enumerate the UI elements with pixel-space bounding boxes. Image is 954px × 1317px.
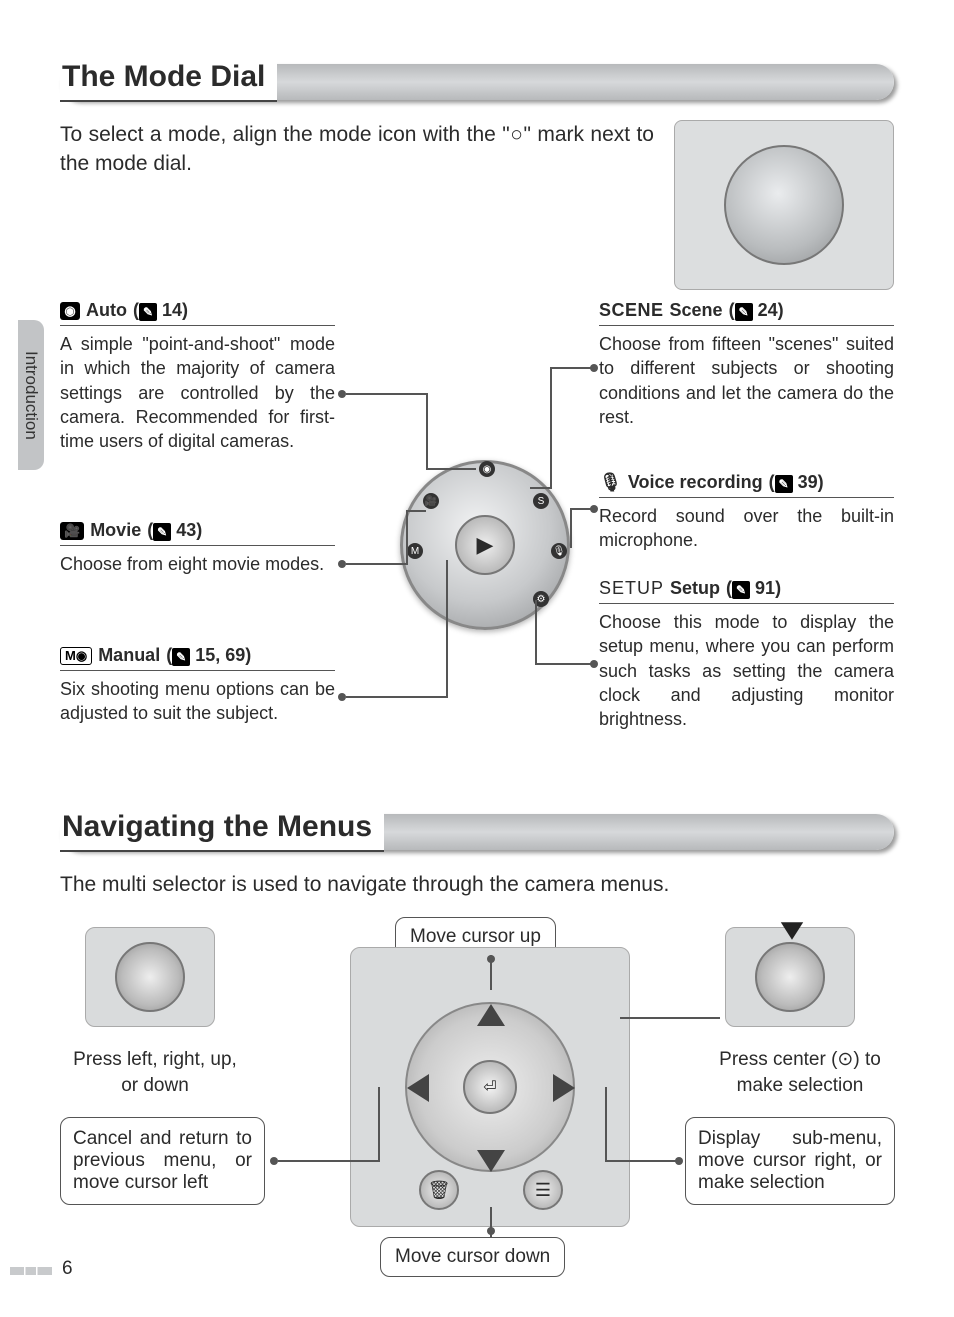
label-press-direction: Press left, right, up, or down	[70, 1047, 240, 1098]
playback-icon: ▶	[455, 515, 515, 575]
movie-icon: 🎥	[60, 522, 84, 540]
dial-movie-icon: 🎥	[423, 493, 439, 509]
mode-auto: ◉ Auto (✎ 14) A simple "point-and-shoot"…	[60, 300, 335, 453]
dial-voice-icon: 🎙	[551, 543, 567, 559]
heading-text: Navigating the Menus	[60, 810, 384, 852]
setup-prefix: SETUP	[599, 578, 664, 599]
page-ref-icon: ✎	[139, 303, 157, 321]
manual-icon: M◉	[60, 647, 92, 665]
label-press-center: Press center (⊙) to make selection	[700, 1047, 900, 1098]
page-ref-icon: ✎	[153, 523, 171, 541]
page-ref-icon: ✎	[775, 475, 793, 493]
mode-manual: M◉ Manual (✎ 15, 69) Six shooting menu o…	[60, 645, 335, 726]
microphone-icon: 🎙	[599, 472, 622, 493]
mode-setup: SETUP Setup (✎ 91) Choose this mode to d…	[599, 578, 894, 731]
dial-scene-icon: S	[533, 493, 549, 509]
mode-dial-diagram: ◉ Auto (✎ 14) A simple "point-and-shoot"…	[60, 300, 894, 800]
mode-dial-intro: To select a mode, align the mode icon wi…	[60, 120, 654, 272]
label-cursor-down: Move cursor down	[380, 1237, 565, 1277]
page-ref-icon: ✎	[172, 648, 190, 666]
multi-selector-diagram: Move cursor up Press left, right, up, or…	[60, 917, 894, 1317]
nav-intro: The multi selector is used to navigate t…	[60, 870, 894, 899]
camera-icon: ◉	[60, 302, 80, 320]
page-number: 6	[62, 1258, 73, 1280]
mode-dial-illustration: ▶ ◉ S 🎙 ⚙ 🎥 M	[400, 460, 570, 630]
mode-movie: 🎥 Movie (✎ 43) Choose from eight movie m…	[60, 520, 335, 576]
mode-scene: SCENE Scene (✎ 24) Choose from fifteen "…	[599, 300, 894, 429]
mode-dial-heading: The Mode Dial	[60, 60, 894, 102]
nav-heading: Navigating the Menus	[60, 810, 894, 852]
ok-button-icon: ⏎	[463, 1060, 517, 1114]
trash-icon: 🗑	[419, 1170, 459, 1210]
multi-selector-dir-thumb	[85, 927, 215, 1027]
dial-manual-icon: M	[407, 543, 423, 559]
mode-voice: 🎙 Voice recording (✎ 39) Record sound ov…	[599, 472, 894, 553]
menu-icon: ☰	[523, 1170, 563, 1210]
label-cancel: Cancel and return to previous menu, or m…	[60, 1117, 265, 1205]
dial-auto-icon: ◉	[479, 461, 495, 477]
multi-selector-center-thumb	[725, 927, 855, 1027]
label-submenu: Display sub-menu, move cursor right, or …	[685, 1117, 895, 1205]
scene-prefix: SCENE	[599, 300, 664, 321]
camera-top-illustration	[674, 120, 894, 290]
page-ref-icon: ✎	[735, 303, 753, 321]
heading-text: The Mode Dial	[60, 60, 277, 102]
page-ref-icon: ✎	[732, 581, 750, 599]
